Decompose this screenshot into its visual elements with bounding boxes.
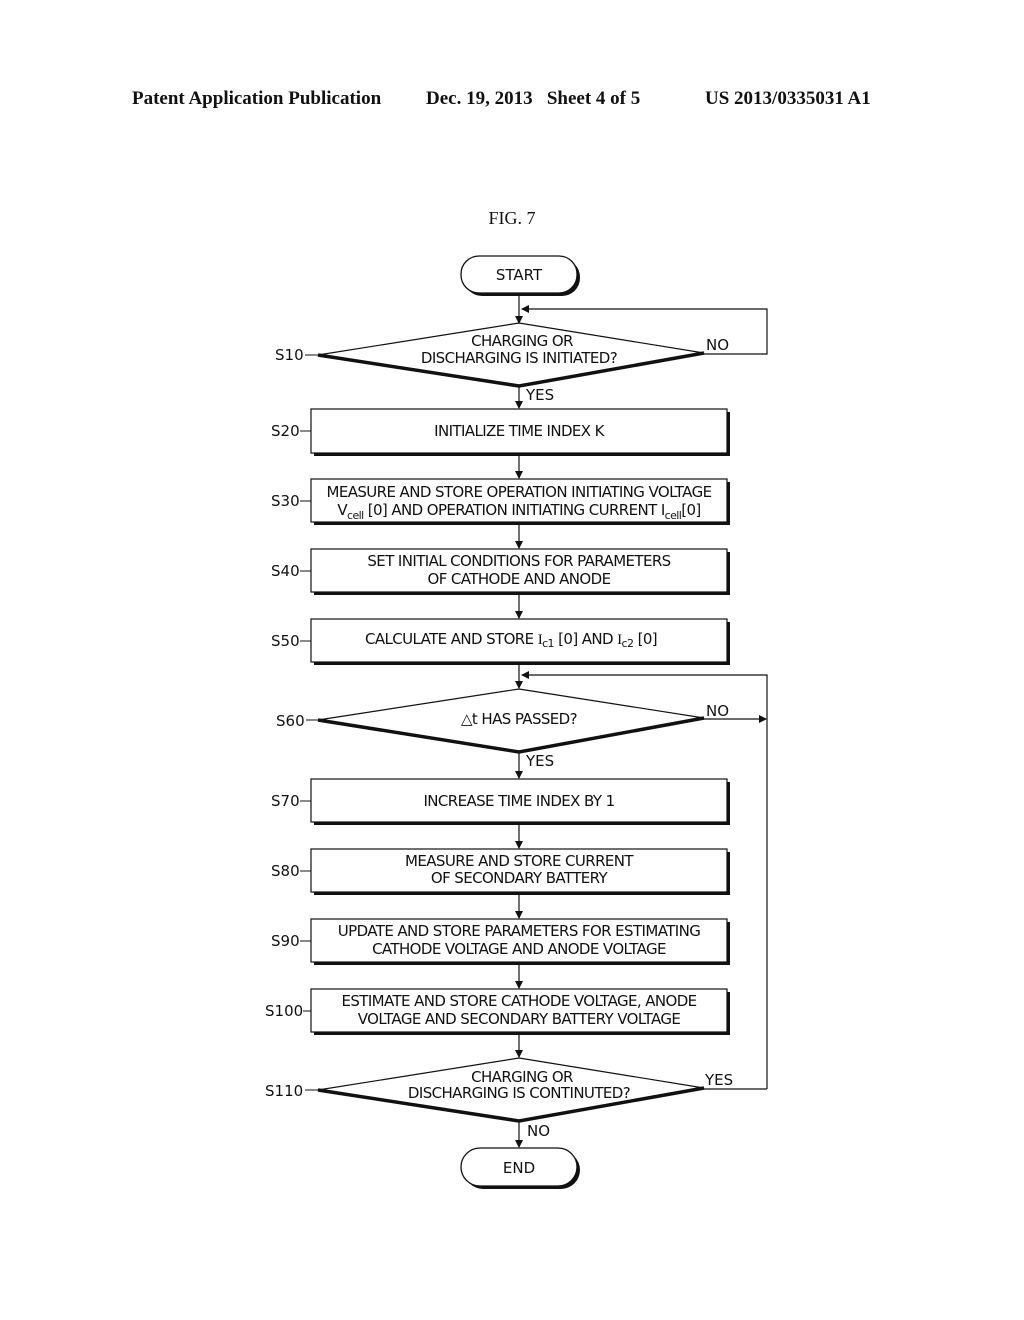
s90-line2: CATHODE VOLTAGE AND ANODE VOLTAGE [372, 940, 666, 958]
s90-step-id: S90 [271, 932, 300, 950]
process-s20: INITIALIZE TIME INDEX K S20 [271, 408, 730, 456]
s10-line2: DISCHARGING IS INITIATED? [421, 349, 617, 367]
decision-s60: △t HAS PASSED? NO YES S60 [276, 688, 729, 770]
s100-line1: ESTIMATE AND STORE CATHODE VOLTAGE, ANOD… [341, 992, 696, 1010]
i1-subscript: c1 [542, 637, 554, 650]
s70-text: INCREASE TIME INDEX BY 1 [423, 792, 614, 810]
s50-tail: [0] [633, 630, 657, 648]
s50-text: CALCULATE AND STORE Ic1 [0] AND Ic2 [0] [365, 630, 657, 650]
s110-no-label: NO [527, 1122, 550, 1140]
s10-no-label: NO [706, 336, 729, 354]
s50-step-id: S50 [271, 632, 300, 650]
s50-pre: CALCULATE AND STORE [365, 630, 538, 648]
s30-line1: MEASURE AND STORE OPERATION INITIATING V… [327, 483, 712, 501]
decision-s110: CHARGING OR DISCHARGING IS CONTINUTED? Y… [265, 1057, 733, 1140]
process-s50: CALCULATE AND STORE Ic1 [0] AND Ic2 [0] … [271, 618, 730, 665]
s80-step-id: S80 [271, 862, 300, 880]
s60-step-id: S60 [276, 712, 305, 730]
s60-no-label: NO [706, 702, 729, 720]
process-s70: INCREASE TIME INDEX BY 1 S70 [271, 778, 730, 825]
s70-step-id: S70 [271, 792, 300, 810]
s10-line1: CHARGING OR [471, 332, 573, 350]
s110-yes-label: YES [704, 1071, 733, 1089]
end-terminal: END [460, 1147, 580, 1189]
s20-step-id: S20 [271, 422, 300, 440]
s30-step-id: S30 [271, 492, 300, 510]
s40-step-id: S40 [271, 562, 300, 580]
s110-line2: DISCHARGING IS CONTINUTED? [408, 1084, 630, 1102]
s80-line2: OF SECONDARY BATTERY [431, 869, 609, 887]
start-terminal: START [460, 255, 580, 296]
i-subscript: cell [665, 509, 682, 522]
s30-mid: [0] AND OPERATION INITIATING CURRENT [364, 501, 661, 519]
decision-s10: CHARGING OR DISCHARGING IS INITIATED? NO… [275, 322, 729, 404]
s100-line2: VOLTAGE AND SECONDARY BATTERY VOLTAGE [358, 1010, 681, 1028]
process-s80: MEASURE AND STORE CURRENT OF SECONDARY B… [271, 848, 730, 895]
process-s40: SET INITIAL CONDITIONS FOR PARAMETERS OF… [271, 548, 730, 595]
s50-mid: [0] AND [554, 630, 617, 648]
i2-subscript: c2 [622, 637, 634, 650]
process-s100: ESTIMATE AND STORE CATHODE VOLTAGE, ANOD… [265, 988, 730, 1035]
start-label: START [496, 266, 543, 284]
s100-step-id: S100 [265, 1002, 303, 1020]
s10-step-id: S10 [275, 346, 304, 364]
s80-line1: MEASURE AND STORE CURRENT [405, 852, 634, 870]
process-s30: MEASURE AND STORE OPERATION INITIATING V… [271, 478, 730, 525]
s90-line1: UPDATE AND STORE PARAMETERS FOR ESTIMATI… [338, 922, 700, 940]
s40-line2: OF CATHODE AND ANODE [428, 570, 611, 588]
end-label: END [503, 1159, 535, 1177]
process-s90: UPDATE AND STORE PARAMETERS FOR ESTIMATI… [271, 918, 730, 965]
s60-text: △t HAS PASSED? [461, 710, 577, 728]
s30-tail: [0] [681, 501, 700, 519]
s40-line1: SET INITIAL CONDITIONS FOR PARAMETERS [367, 552, 670, 570]
s110-step-id: S110 [265, 1082, 303, 1100]
s20-text: INITIALIZE TIME INDEX K [434, 422, 606, 440]
s60-yes-label: YES [525, 752, 554, 770]
s10-yes-label: YES [525, 386, 554, 404]
s30-line2: Vcell [0] AND OPERATION INITIATING CURRE… [337, 501, 700, 522]
v-subscript: cell [347, 509, 364, 522]
flowchart: START CHARGING OR DISCHARGING IS INITIAT… [265, 255, 768, 1189]
